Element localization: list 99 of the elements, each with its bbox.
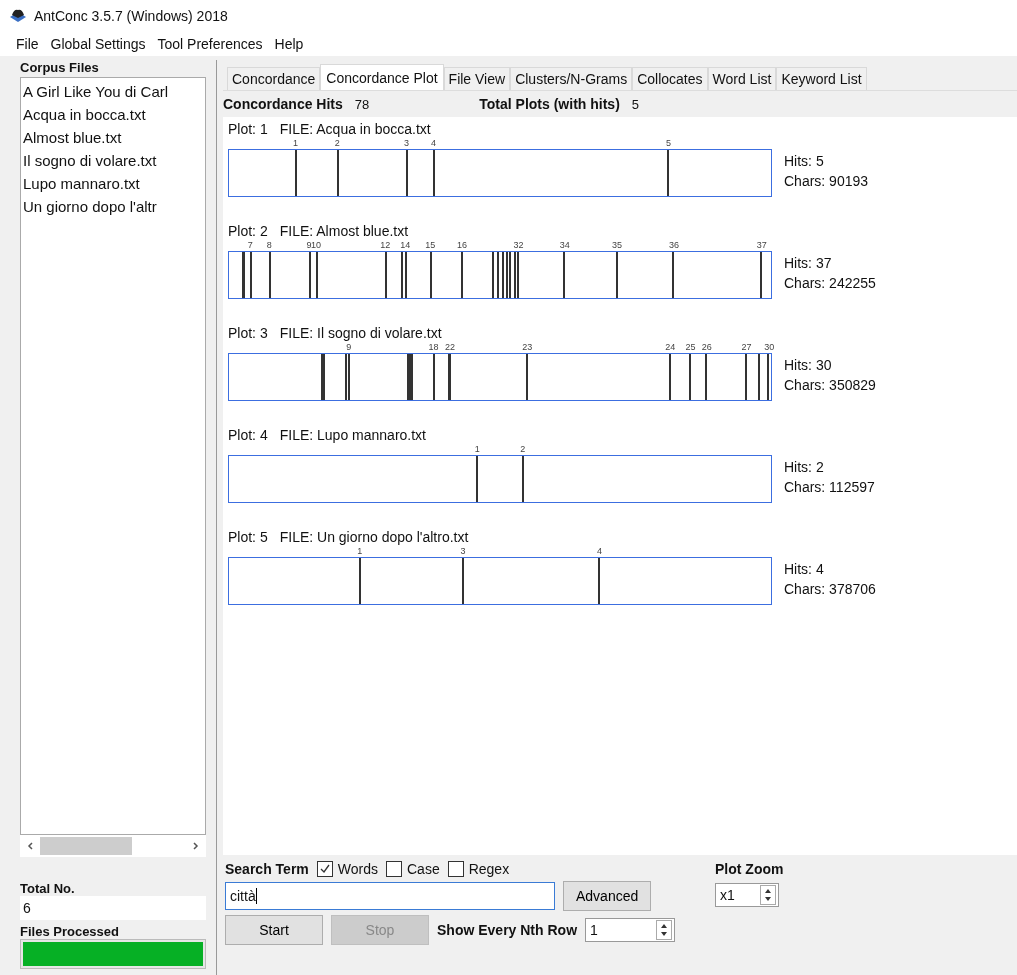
chars-count: Chars: 112597 (784, 478, 875, 497)
chars-count: Chars: 242255 (784, 274, 876, 293)
nth-row-spinner[interactable]: 1 (585, 918, 676, 942)
scroll-thumb[interactable] (40, 837, 132, 855)
checkbox[interactable] (386, 861, 402, 877)
hit-label: 1 (357, 545, 363, 557)
checkbox-label[interactable]: Regex (468, 861, 510, 877)
corpus-file-entry[interactable]: Acqua in bocca.txt (23, 103, 203, 126)
hits-count: Hits: 5 (784, 152, 825, 171)
checkbox[interactable] (447, 861, 464, 877)
plot-file-name: FILE: Almost blue.txt (279, 223, 409, 239)
hit-label: 26 (701, 341, 712, 353)
menu-item[interactable]: Tool Preferences (157, 36, 263, 52)
scroll-left-icon[interactable] (26, 841, 36, 851)
corpus-file-entry[interactable]: Lupo mannaro.txt (23, 172, 203, 195)
horizontal-scrollbar[interactable] (20, 835, 206, 857)
plot-file-name: FILE: Il sogno di volare.txt (279, 325, 442, 341)
plot-zoom-spinner[interactable]: x1 (715, 883, 780, 907)
hit-label: 35 (611, 239, 622, 251)
hit-label: 3 (403, 137, 409, 149)
hit-label: 8 (266, 239, 272, 251)
menu-item[interactable]: File (16, 36, 39, 52)
tab[interactable]: File View (443, 67, 511, 90)
corpus-file-entry[interactable]: Un giorno dopo l'altr (23, 195, 203, 218)
menu-item[interactable]: Help (274, 36, 304, 52)
hit-label: 4 (431, 137, 437, 149)
total-plots-label: Total Plots (with hits) (479, 96, 620, 112)
chars-count: Chars: 90193 (784, 172, 869, 191)
corpus-file-entry[interactable]: Il sogno di volare.txt (23, 149, 203, 172)
hits-count: Hits: 4 (784, 560, 825, 579)
total-no-label: Total No. (20, 881, 76, 896)
hit-label: 2 (520, 443, 526, 455)
hits-count: Hits: 30 (784, 356, 833, 375)
corpus-files-label: Corpus Files (20, 60, 100, 75)
hit-label: 15 (425, 239, 436, 251)
hit-label: 2 (334, 137, 340, 149)
hits-count: Hits: 37 (784, 254, 833, 273)
plot-zoom-label: Plot Zoom (715, 861, 784, 877)
tab[interactable]: Concordance Plot (320, 64, 444, 90)
spinner-arrows-icon[interactable] (656, 920, 673, 940)
hit-label: 16 (456, 239, 467, 251)
advanced-button[interactable]: Advanced (563, 881, 652, 911)
plot-number: Plot: 1 (228, 121, 268, 137)
corpus-file-entry[interactable]: Almost blue.txt (23, 126, 203, 149)
concordance-hits-label: Concordance Hits (223, 96, 343, 112)
tab[interactable]: Clusters/N-Grams (510, 67, 633, 90)
plot-file-name: FILE: Un giorno dopo l'altro.txt (279, 529, 469, 545)
hit-label: 3 (460, 545, 466, 557)
hit-label: 9 (306, 239, 312, 251)
hit-label: 22 (444, 341, 455, 353)
hit-label: 37 (756, 239, 767, 251)
hit-label: 1 (474, 443, 480, 455)
ant-logo-icon (8, 8, 28, 24)
hit-label: 5 (666, 137, 672, 149)
hit-label: 34 (559, 239, 570, 251)
hit-label: 36 (669, 239, 680, 251)
start-button[interactable]: Start (225, 915, 323, 945)
hit-label: 12 (380, 239, 391, 251)
tab[interactable]: Concordance (227, 67, 321, 90)
checkbox-label[interactable]: Case (407, 861, 440, 877)
plot-number: Plot: 5 (228, 529, 268, 545)
chars-count: Chars: 350829 (784, 376, 876, 395)
checkbox-label[interactable]: Words (337, 861, 378, 877)
spinner-arrows-icon[interactable] (760, 885, 777, 905)
scroll-right-icon[interactable] (190, 841, 200, 851)
search-term-label: Search Term (225, 861, 309, 877)
hit-label: 4 (597, 545, 603, 557)
menu-item[interactable]: Global Settings (50, 36, 146, 52)
hit-label: 23 (522, 341, 533, 353)
search-field[interactable]: città (225, 882, 555, 910)
tab[interactable]: Collocates (632, 67, 708, 90)
chars-count: Chars: 378706 (784, 580, 876, 599)
corpus-file-entry[interactable]: A Girl Like You di Carl (23, 80, 203, 103)
hit-label: 1 (292, 137, 298, 149)
total-plots-value: 5 (631, 96, 640, 112)
hit-label: 10 (311, 239, 322, 251)
window-title: AntConc 3.5.7 (Windows) 2018 (34, 8, 228, 24)
hit-label: 27 (741, 341, 752, 353)
hit-label: 14 (400, 239, 411, 251)
hit-label: 18 (428, 341, 439, 353)
plot-number: Plot: 4 (228, 427, 268, 443)
concordance-hits-value: 78 (354, 96, 370, 112)
tab[interactable]: Keyword List (776, 67, 867, 90)
plot-number: Plot: 2 (228, 223, 268, 239)
total-no-field: 6 (20, 896, 206, 920)
plot-file-name: FILE: Acqua in bocca.txt (279, 121, 431, 137)
nth-row-label: Show Every Nth Row (437, 922, 578, 938)
hit-label: 30 (764, 341, 775, 353)
hits-count: Hits: 2 (784, 458, 825, 477)
checkbox[interactable] (316, 861, 333, 877)
tab[interactable]: Word List (707, 67, 777, 90)
hit-label: 9 (346, 341, 352, 353)
hit-label: 24 (665, 341, 676, 353)
files-processed-label: Files Processed (20, 924, 120, 939)
hit-label: 7 (247, 239, 253, 251)
hit-label: 32 (513, 239, 524, 251)
plot-number: Plot: 3 (228, 325, 268, 341)
hit-label: 25 (685, 341, 696, 353)
plot-file-name: FILE: Lupo mannaro.txt (279, 427, 426, 443)
